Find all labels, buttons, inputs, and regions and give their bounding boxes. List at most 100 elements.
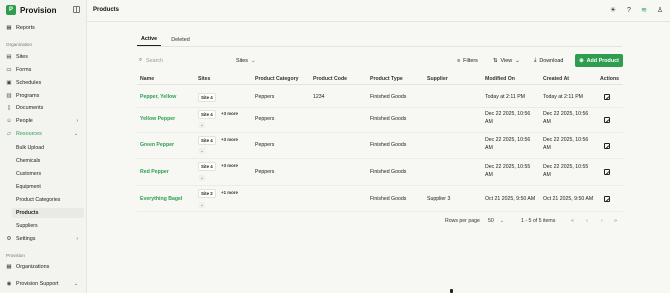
- tab-active[interactable]: Active: [137, 33, 162, 46]
- help-icon[interactable]: ?: [625, 6, 633, 14]
- sidebar-toggle-icon[interactable]: [73, 6, 80, 13]
- prev-page-icon[interactable]: ‹: [586, 218, 588, 224]
- sidebar-item-label: Organizations: [16, 264, 50, 270]
- product-type: Finished Goods: [370, 169, 407, 175]
- column-header-created-at[interactable]: Created At: [543, 76, 569, 82]
- sidebar-item-people[interactable]: ☺ People ›: [6, 116, 82, 126]
- sidebar-subitem-products[interactable]: Products: [12, 208, 84, 218]
- view-label: View: [500, 57, 513, 64]
- sidebar-subitem-chemicals[interactable]: Chemicals: [16, 156, 84, 166]
- sites-filter-dropdown[interactable]: Sites ⌄: [236, 55, 256, 66]
- sidebar-subitem-bulk-upload[interactable]: Bulk Upload: [16, 143, 84, 153]
- site-chip: Site 4: [198, 93, 216, 102]
- column-header-actions: Actions: [600, 76, 620, 82]
- sidebar: P Provision ▦ Reports Organization ▤ Sit…: [0, 0, 87, 293]
- chevron-right-icon: ›: [76, 118, 78, 124]
- table-row[interactable]: Everything Bagel Site 2 +1 more ⌄ Finish…: [137, 186, 623, 212]
- rows-per-page-value: 50: [488, 218, 494, 224]
- wifi-icon[interactable]: ≋: [640, 6, 648, 14]
- product-type: Finished Goods: [370, 116, 407, 122]
- view-button[interactable]: ⇅ View ⌄: [493, 55, 520, 66]
- chevron-down-icon[interactable]: ⌄: [199, 175, 205, 181]
- edit-icon[interactable]: [604, 117, 610, 123]
- chevron-down-icon: ⌄: [499, 218, 505, 224]
- chevron-down-icon[interactable]: ⌄: [199, 148, 205, 154]
- sidebar-item-programs[interactable]: ▥ Programs: [6, 91, 82, 101]
- product-type: Finished Goods: [370, 142, 407, 148]
- add-product-label: Add Product: [586, 57, 619, 64]
- chevron-down-icon[interactable]: ⌄: [199, 202, 205, 208]
- chevron-down-icon: ⌄: [515, 57, 520, 64]
- building-icon: ▦: [6, 264, 12, 270]
- next-page-icon[interactable]: ›: [601, 218, 603, 224]
- tab-deleted[interactable]: Deleted: [167, 33, 194, 46]
- column-header-product-category[interactable]: Product Category: [255, 76, 299, 82]
- sidebar-item-label: Documents: [16, 105, 44, 111]
- add-product-button[interactable]: ⊕ Add Product: [575, 54, 623, 67]
- column-header-supplier[interactable]: Supplier: [427, 76, 448, 82]
- more-sites-badge[interactable]: +1 more: [221, 190, 238, 195]
- first-page-icon[interactable]: «: [571, 218, 574, 224]
- chevron-down-icon[interactable]: ⌄: [199, 122, 205, 128]
- product-name-link[interactable]: Yellow Pepper: [140, 115, 175, 123]
- sun-icon[interactable]: ☀: [609, 6, 617, 14]
- edit-icon[interactable]: [604, 94, 610, 100]
- sidebar-item-reports[interactable]: ▦ Reports: [6, 23, 82, 33]
- sliders-icon: ⇅: [493, 57, 498, 64]
- filters-button[interactable]: ≡ Filters: [457, 55, 478, 66]
- section-label-organization: Organization: [6, 42, 33, 47]
- tabs: Active Deleted: [137, 33, 194, 46]
- edit-icon[interactable]: [604, 143, 610, 149]
- sidebar-subitem-suppliers[interactable]: Suppliers: [16, 221, 84, 231]
- pagination-range: 1 - 5 of 5 items: [521, 218, 556, 224]
- download-button[interactable]: ⤓ Download: [534, 55, 563, 66]
- modified-on: Oct 21 2025, 9:50 AM: [485, 196, 536, 202]
- more-sites-badge[interactable]: +3 more: [221, 163, 238, 168]
- section-label-provision: Provision: [6, 253, 25, 258]
- column-header-product-type[interactable]: Product Type: [370, 76, 403, 82]
- sidebar-item-forms[interactable]: ▭ Forms: [6, 65, 82, 75]
- table-row[interactable]: Red Pepper Site 4 +3 more ⌄ Peppers Fini…: [137, 159, 623, 186]
- product-name-link[interactable]: Everything Bagel: [140, 195, 182, 203]
- column-header-product-code[interactable]: Product Code: [313, 76, 347, 82]
- product-name-link[interactable]: Pepper, Yellow: [140, 93, 176, 101]
- mouse-cursor-icon: [450, 289, 453, 293]
- search-input[interactable]: ⌕ Search: [139, 55, 229, 66]
- edit-icon[interactable]: [604, 196, 610, 202]
- chevron-down-icon: ⌄: [73, 131, 78, 137]
- sidebar-item-organizations[interactable]: ▦ Organizations: [6, 262, 82, 272]
- product-name-link[interactable]: Red Pepper: [140, 168, 169, 176]
- download-label: Download: [539, 57, 564, 64]
- site-chip: Site 4: [198, 110, 216, 119]
- edit-icon[interactable]: [604, 169, 610, 175]
- product-name-link[interactable]: Green Pepper: [140, 141, 174, 149]
- sidebar-item-resources[interactable]: ▱ Resources ⌄: [6, 129, 82, 139]
- user-icon[interactable]: ♙: [656, 6, 664, 14]
- last-page-icon[interactable]: »: [614, 218, 617, 224]
- app-name: Provision: [20, 5, 57, 15]
- column-header-sites[interactable]: Sites: [198, 76, 210, 82]
- brand[interactable]: P Provision: [6, 5, 56, 15]
- sidebar-item-settings[interactable]: ⚙ Settings ›: [6, 234, 82, 244]
- sidebar-subitem-customers[interactable]: Customers: [16, 169, 84, 179]
- table-row[interactable]: Yellow Pepper Site 4 +3 more ⌄ Peppers F…: [137, 108, 623, 133]
- rows-per-page-select[interactable]: 50 ⌄: [488, 218, 504, 224]
- sidebar-item-label: Forms: [16, 67, 32, 73]
- filter-icon: ≡: [457, 57, 461, 64]
- more-sites-badge[interactable]: +3 more: [221, 111, 238, 116]
- product-category: Peppers: [255, 116, 275, 122]
- sidebar-item-schedules[interactable]: ▣ Schedules: [6, 78, 82, 88]
- sidebar-item-documents[interactable]: ▯ Documents: [6, 103, 82, 113]
- sidebar-subitem-product-categories[interactable]: Product Categories: [16, 195, 84, 205]
- more-sites-badge[interactable]: +3 more: [221, 137, 238, 142]
- column-header-name[interactable]: Name: [140, 76, 154, 82]
- search-icon: ⌕: [139, 57, 143, 63]
- sidebar-item-support[interactable]: ◉ Provision Support ⌄: [6, 279, 82, 289]
- sidebar-item-sites[interactable]: ▤ Sites: [6, 52, 82, 62]
- sidebar-subitem-equipment[interactable]: Equipment: [16, 182, 84, 192]
- table-row[interactable]: Pepper, Yellow Site 4 Peppers 1234 Finis…: [137, 86, 623, 108]
- reports-icon: ▦: [6, 25, 12, 31]
- table-row[interactable]: Green Pepper Site 4 +3 more ⌄ Peppers Fi…: [137, 133, 623, 159]
- column-header-modified-on[interactable]: Modified On: [485, 76, 515, 82]
- rows-per-page: Rows per page: [445, 218, 480, 224]
